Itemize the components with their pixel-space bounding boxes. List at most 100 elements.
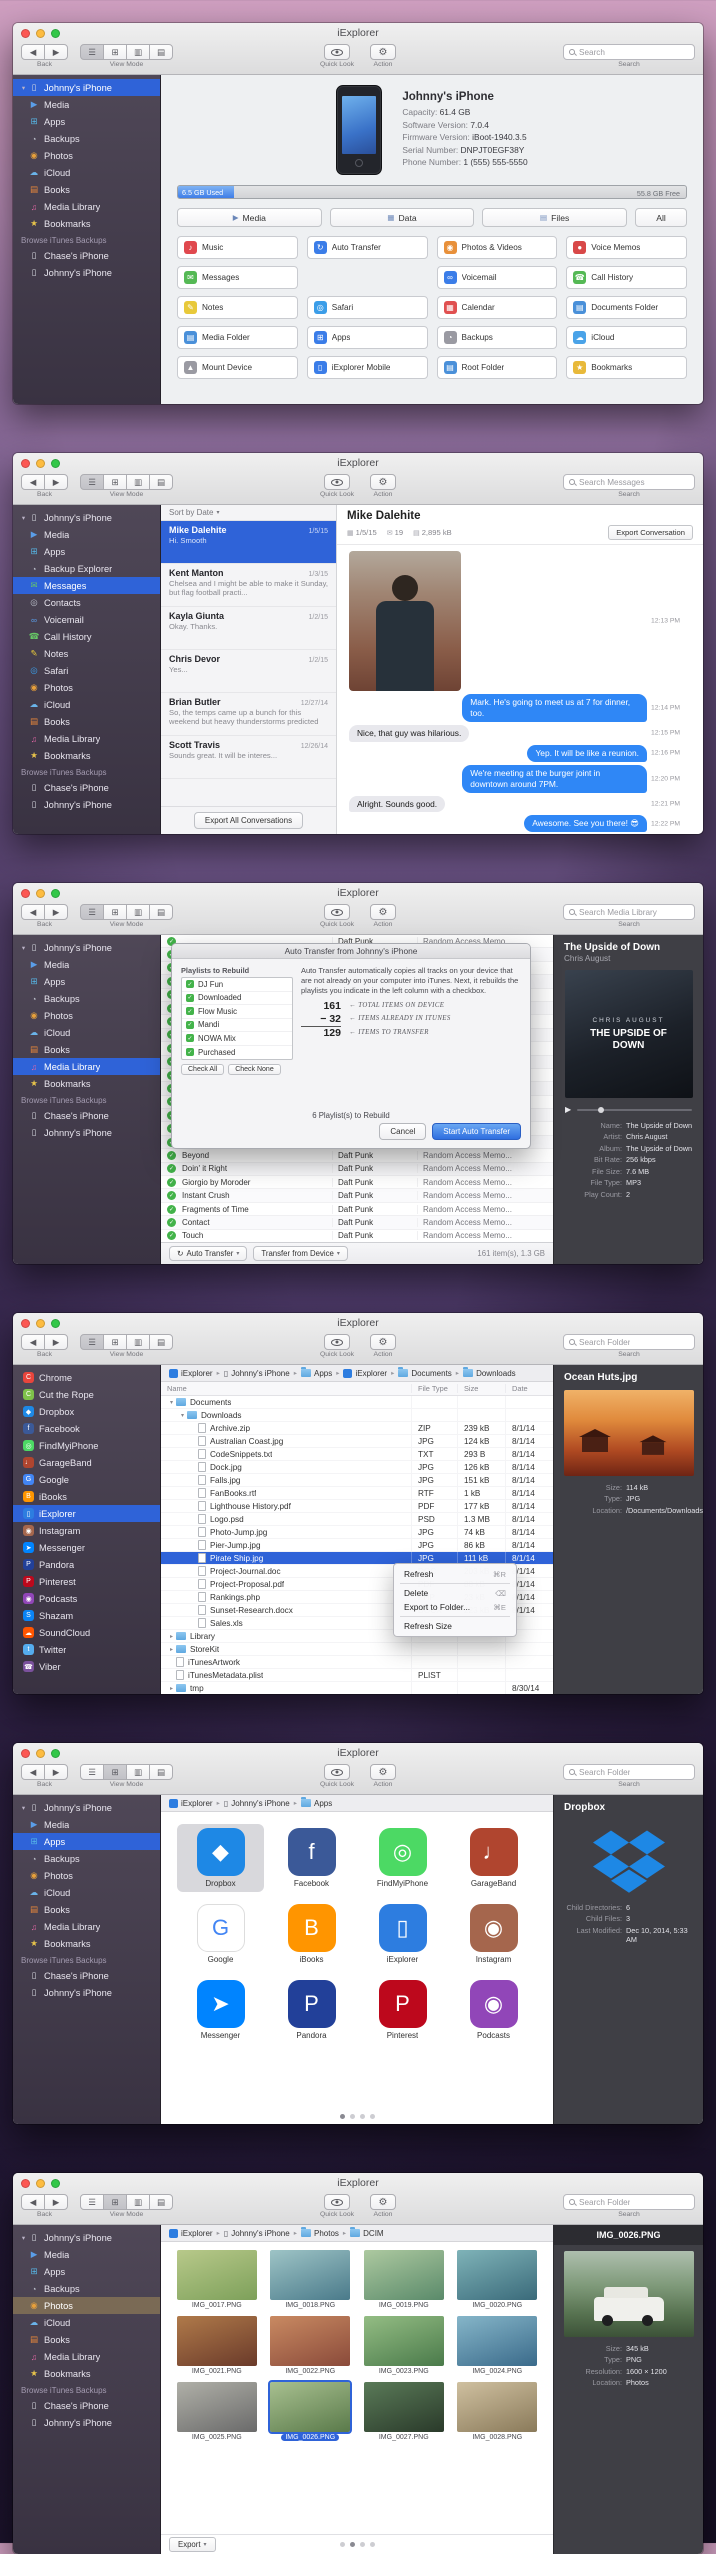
minimize-button[interactable]	[36, 889, 45, 898]
back-button[interactable]: ◀	[21, 904, 45, 920]
sidebar-item-pinterest[interactable]: PPinterest	[13, 1573, 160, 1590]
check-all-button[interactable]: Check All	[181, 1064, 224, 1075]
breadcrumb-documents[interactable]: Documents	[398, 1369, 451, 1378]
forward-button[interactable]: ▶	[44, 44, 68, 60]
view-coverflow-icon[interactable]: ▤	[149, 904, 173, 920]
sidebar-item-johnny-s-iphone[interactable]: ▯Johnny's iPhone	[13, 1124, 160, 1141]
tab-files[interactable]: ▤Files	[482, 208, 627, 227]
disclosure-triangle-icon[interactable]: ▸	[167, 1646, 176, 1653]
view-columns-icon[interactable]: ▥	[126, 1764, 150, 1780]
playlist-row[interactable]: ✓Mandi	[182, 1019, 292, 1033]
sidebar-item-backups[interactable]: ◔Backups	[13, 990, 160, 1007]
shortcut-bookmarks[interactable]: ★Bookmarks	[566, 356, 687, 379]
sidebar-item-media[interactable]: ▶Media	[13, 956, 160, 973]
sidebar-item-bookmarks[interactable]: ★Bookmarks	[13, 747, 160, 764]
zoom-button[interactable]	[51, 29, 60, 38]
export-all-conversations-button[interactable]: Export All Conversations	[194, 812, 303, 829]
photo-img-0018-png[interactable]: IMG_0018.PNG	[267, 2250, 355, 2309]
sidebar-item-garageband[interactable]: ♩GarageBand	[13, 1454, 160, 1471]
sidebar-item-johnny-s-iphone[interactable]: ▾▯Johnny's iPhone	[13, 79, 160, 96]
search-input[interactable]: Search Media Library	[563, 904, 695, 920]
checkbox-checked-icon[interactable]: ✓	[186, 1007, 194, 1015]
sidebar-item-call-history[interactable]: ☎Call History	[13, 628, 160, 645]
view-mode-control[interactable]: ☰ ⊞ ▥ ▤	[80, 2194, 173, 2210]
file-row[interactable]: CodeSnippets.txtTXT293 B8/1/14	[161, 1448, 553, 1461]
file-row[interactable]: Dock.jpgJPG126 kB8/1/14	[161, 1461, 553, 1474]
export-button[interactable]: Export▾	[169, 2537, 216, 2552]
view-list-icon[interactable]: ☰	[80, 904, 104, 920]
quick-look-button[interactable]	[324, 1764, 350, 1780]
view-mode-control[interactable]: ☰ ⊞ ▥ ▤	[80, 44, 173, 60]
sidebar-item-media-library[interactable]: ♫Media Library	[13, 730, 160, 747]
minimize-button[interactable]	[36, 2179, 45, 2188]
menu-item-delete[interactable]: Delete⌫	[394, 1586, 516, 1600]
folder-row[interactable]: ▾Downloads	[161, 1409, 553, 1422]
close-button[interactable]	[21, 1319, 30, 1328]
tab-media[interactable]: ▶Media	[177, 208, 322, 227]
photo-img-0020-png[interactable]: IMG_0020.PNG	[454, 2250, 542, 2309]
shortcut-root-folder[interactable]: ▤Root Folder	[437, 356, 558, 379]
forward-button[interactable]: ▶	[44, 1764, 68, 1780]
photo-img-0025-png[interactable]: IMG_0025.PNG	[173, 2382, 261, 2441]
breadcrumb-downloads[interactable]: Downloads	[463, 1369, 516, 1378]
sidebar-item-photos[interactable]: ◉Photos	[13, 1867, 160, 1884]
sidebar-item-books[interactable]: ▤Books	[13, 713, 160, 730]
export-conversation-button[interactable]: Export Conversation	[608, 525, 693, 540]
disclosure-triangle-icon[interactable]: ▾	[19, 1804, 28, 1812]
folder-row[interactable]: ▸StoreKit	[161, 1643, 553, 1656]
sidebar-item-chase-s-iphone[interactable]: ▯Chase's iPhone	[13, 779, 160, 796]
page-dot[interactable]	[360, 2114, 365, 2119]
sidebar-item-twitter[interactable]: tTwitter	[13, 1641, 160, 1658]
page-dot[interactable]	[350, 2114, 355, 2119]
action-button[interactable]: ⚙	[370, 474, 396, 490]
sidebar-item-media-library[interactable]: ♫Media Library	[13, 2348, 160, 2365]
quick-look-button[interactable]	[324, 1334, 350, 1350]
search-input[interactable]: Search Folder	[563, 1334, 695, 1350]
sidebar-item-chase-s-iphone[interactable]: ▯Chase's iPhone	[13, 2397, 160, 2414]
progress-track[interactable]	[577, 1109, 692, 1111]
disclosure-triangle-icon[interactable]: ▾	[167, 1399, 176, 1406]
breadcrumb-dcim[interactable]: DCIM	[350, 2229, 383, 2238]
sidebar-item-books[interactable]: ▤Books	[13, 181, 160, 198]
sidebar-item-dropbox[interactable]: ◆Dropbox	[13, 1403, 160, 1420]
view-grid-icon[interactable]: ⊞	[103, 1334, 127, 1350]
sidebar-item-apps[interactable]: ⊞Apps	[13, 113, 160, 130]
breadcrumb-iexplorer[interactable]: iExplorer	[343, 1369, 387, 1378]
sidebar-item-media-library[interactable]: ♫Media Library	[13, 1918, 160, 1935]
breadcrumb-apps[interactable]: Apps	[301, 1369, 332, 1378]
breadcrumb-johnny-s-iphone[interactable]: ▯Johnny's iPhone	[224, 2229, 290, 2238]
forward-button[interactable]: ▶	[44, 474, 68, 490]
app-messenger[interactable]: ➤Messenger	[177, 1976, 264, 2044]
view-list-icon[interactable]: ☰	[80, 44, 104, 60]
track-row[interactable]: ✓BeyondDaft PunkRandom Access Memo...	[161, 1149, 553, 1162]
sidebar-item-voicemail[interactable]: ∞Voicemail	[13, 611, 160, 628]
back-button[interactable]: ◀	[21, 1334, 45, 1350]
sidebar-item-pandora[interactable]: PPandora	[13, 1556, 160, 1573]
page-dot[interactable]	[370, 2114, 375, 2119]
view-coverflow-icon[interactable]: ▤	[149, 2194, 173, 2210]
check-none-button[interactable]: Check None	[228, 1064, 281, 1075]
close-button[interactable]	[21, 2179, 30, 2188]
view-list-icon[interactable]: ☰	[80, 474, 104, 490]
checkbox-checked-icon[interactable]: ✓	[186, 1034, 194, 1042]
shortcut-auto-transfer[interactable]: ↻Auto Transfer	[307, 236, 428, 259]
sidebar-item-bookmarks[interactable]: ★Bookmarks	[13, 1935, 160, 1952]
sidebar-item-media[interactable]: ▶Media	[13, 1816, 160, 1833]
auto-transfer-dropdown[interactable]: ↻Auto Transfer▾	[169, 1246, 247, 1261]
view-columns-icon[interactable]: ▥	[126, 1334, 150, 1350]
view-list-icon[interactable]: ☰	[80, 1764, 104, 1780]
track-row[interactable]: ✓Instant CrushDaft PunkRandom Access Mem…	[161, 1189, 553, 1202]
file-row[interactable]: Lighthouse History.pdfPDF177 kB8/1/14	[161, 1500, 553, 1513]
photo-img-0026-png[interactable]: IMG_0026.PNG	[267, 2382, 355, 2441]
sidebar-item-johnny-s-iphone[interactable]: ▾▯Johnny's iPhone	[13, 509, 160, 526]
view-columns-icon[interactable]: ▥	[126, 474, 150, 490]
tab-all[interactable]: All	[635, 208, 687, 227]
sidebar-item-chrome[interactable]: CChrome	[13, 1369, 160, 1386]
play-icon[interactable]: ▶	[565, 1105, 571, 1114]
action-button[interactable]: ⚙	[370, 1764, 396, 1780]
close-button[interactable]	[21, 29, 30, 38]
sidebar-item-cut-the-rope[interactable]: CCut the Rope	[13, 1386, 160, 1403]
photo-img-0017-png[interactable]: IMG_0017.PNG	[173, 2250, 261, 2309]
sidebar-item-instagram[interactable]: ◉Instagram	[13, 1522, 160, 1539]
sidebar-item-media[interactable]: ▶Media	[13, 96, 160, 113]
